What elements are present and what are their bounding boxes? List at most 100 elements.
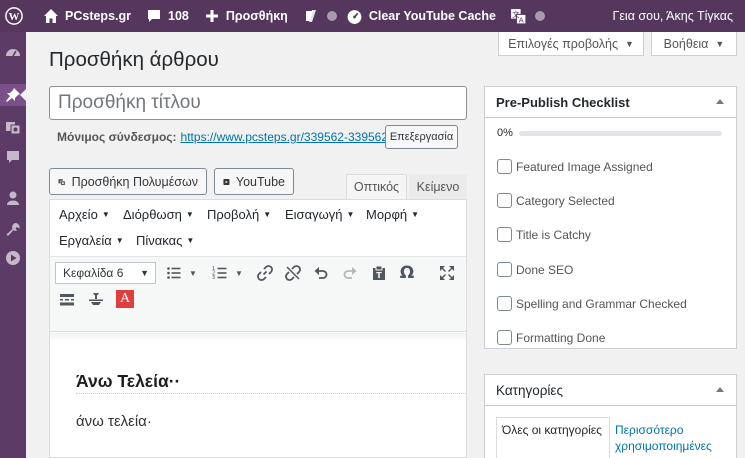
wordpress-logo-button[interactable]: W xyxy=(0,0,35,32)
fullscreen-button[interactable] xyxy=(437,263,457,283)
checklist-item-label: Spelling and Grammar Checked xyxy=(516,296,687,311)
caret-down-icon: ▼ xyxy=(624,38,634,49)
caret-down-icon: ▼ xyxy=(715,38,725,49)
plus-icon xyxy=(203,7,221,25)
menu-edit[interactable]: Διόρθωση ▼ xyxy=(123,207,194,222)
menu-format[interactable]: Μορφή ▼ xyxy=(366,207,419,222)
permalink-url[interactable]: https://www.pcsteps.gr/339562-339562/ xyxy=(181,130,392,144)
translate-menu[interactable]: 文A xyxy=(503,0,552,32)
menu-users[interactable] xyxy=(0,187,26,209)
greeting: Γεια σου, Άκης Τίγκας xyxy=(612,9,733,23)
menu-view[interactable]: Προβολή ▼ xyxy=(207,207,271,222)
menu-table[interactable]: Πίνακας ▼ xyxy=(136,233,194,248)
strikethrough-button[interactable] xyxy=(86,289,106,309)
heading-divider xyxy=(76,393,466,394)
paste-text-button[interactable]: T xyxy=(369,263,389,283)
checkbox[interactable] xyxy=(497,330,512,345)
checklist-header[interactable]: Pre-Publish Checklist xyxy=(485,87,736,118)
insert-more-button[interactable] xyxy=(57,289,77,309)
menu-posts[interactable] xyxy=(0,84,26,106)
caret-down-icon: ▼ xyxy=(346,210,355,219)
tab-text[interactable]: Κείμενο xyxy=(409,174,467,199)
collapse-arrow-icon[interactable] xyxy=(716,387,724,392)
checkbox[interactable] xyxy=(497,159,512,174)
checklist-item[interactable]: Done SEO xyxy=(497,262,573,277)
caret-down-icon[interactable]: ▼ xyxy=(189,269,197,278)
site-name-link[interactable]: PCsteps.gr xyxy=(35,0,138,32)
users-icon xyxy=(7,191,19,205)
caret-down-icon: ▼ xyxy=(411,210,420,219)
insert-link-button[interactable] xyxy=(255,263,275,283)
checkbox[interactable] xyxy=(497,262,512,277)
screen-options-button[interactable]: Επιλογές προβολής ▼ xyxy=(498,32,644,56)
checklist-item[interactable]: Category Selected xyxy=(497,193,615,208)
my-account-link[interactable]: Γεια σου, Άκης Τίγκας xyxy=(605,0,745,32)
caret-down-icon: ▼ xyxy=(140,268,149,278)
page-title: Προσθήκη άρθρου xyxy=(49,48,219,71)
checklist-box: Pre-Publish Checklist 0% Featured Image … xyxy=(484,86,737,349)
format-select[interactable]: Κεφαλίδα 6 ▼ xyxy=(55,262,156,284)
new-label: Προσθήκη xyxy=(225,9,288,23)
content-paragraph[interactable]: άνω τελεία· xyxy=(76,413,152,430)
menu-tools[interactable] xyxy=(0,219,26,241)
checklist-item-label: Done SEO xyxy=(516,262,574,277)
undo-icon xyxy=(314,267,328,279)
bullet-list-icon xyxy=(167,267,181,279)
menu-table-label: Πίνακας xyxy=(136,233,183,248)
tab-visual[interactable]: Οπτικός xyxy=(346,174,407,199)
redo-button[interactable] xyxy=(340,263,360,283)
checkbox[interactable] xyxy=(497,227,512,242)
menu-media[interactable] xyxy=(0,116,26,138)
content-heading[interactable]: Άνω Τελεία·· xyxy=(76,371,180,392)
numbered-list-icon: 123 xyxy=(212,266,227,281)
special-character-button[interactable]: Ω xyxy=(397,263,417,283)
menu-dashboard[interactable] xyxy=(0,42,26,64)
menu-comments[interactable] xyxy=(0,146,26,168)
menu-tools[interactable]: Εργαλεία ▼ xyxy=(59,233,124,248)
edit-permalink-button[interactable]: Επεξεργασία xyxy=(385,125,458,149)
checkbox[interactable] xyxy=(497,296,512,311)
checkbox[interactable] xyxy=(497,193,512,208)
unlink-icon xyxy=(285,265,301,281)
clear-youtube-cache-link[interactable]: Clear YouTube Cache xyxy=(339,0,503,32)
comments-link[interactable]: 108 xyxy=(138,0,196,32)
youtube-icon xyxy=(223,178,230,185)
menu-file[interactable]: Αρχείο ▼ xyxy=(59,207,110,222)
menu-insert[interactable]: Εισαγωγή ▼ xyxy=(285,207,354,222)
youtube-button[interactable]: YouTube xyxy=(214,168,294,195)
bullet-list-button[interactable] xyxy=(164,263,184,283)
checklist-item[interactable]: Featured Image Assigned xyxy=(497,159,653,174)
add-media-button[interactable]: Προσθήκη Πολυμέσων xyxy=(49,168,207,195)
help-button[interactable]: Βοήθεια ▼ xyxy=(651,32,737,56)
dashboard-icon xyxy=(6,49,20,57)
font-color-icon: A xyxy=(119,291,131,306)
checklist-item-label: Category Selected xyxy=(516,193,615,208)
translate-status-dot xyxy=(534,11,545,21)
checklist-item[interactable]: Title is Catchy xyxy=(497,227,591,242)
admin-menu xyxy=(0,32,26,458)
remove-link-button[interactable] xyxy=(283,263,303,283)
wordpress-icon: W xyxy=(5,7,23,25)
site-name: PCsteps.gr xyxy=(65,9,131,23)
font-color-button[interactable]: A xyxy=(116,290,134,308)
checklist-item[interactable]: Spelling and Grammar Checked xyxy=(497,296,687,311)
comment-icon xyxy=(145,7,163,25)
link-icon xyxy=(257,265,273,281)
editor-toolbar: Κεφαλίδα 6 ▼ ▼ 123 ▼ T Ω A xyxy=(50,256,466,332)
undo-button[interactable] xyxy=(311,263,331,283)
categories-header[interactable]: Κατηγορίες xyxy=(485,375,736,406)
caret-down-icon[interactable]: ▼ xyxy=(235,269,243,278)
collapse-arrow-icon[interactable] xyxy=(716,99,724,104)
new-content-link[interactable]: Προσθήκη xyxy=(196,0,295,32)
tab-all-categories[interactable]: Όλες οι κατηγορίες xyxy=(496,417,610,458)
menu-insert-label: Εισαγωγή xyxy=(285,207,343,222)
numbered-list-button[interactable]: 123 xyxy=(210,263,230,283)
checklist-item[interactable]: Formatting Done xyxy=(497,330,605,345)
yoast-seo-menu[interactable] xyxy=(295,0,339,32)
omega-icon: Ω xyxy=(399,263,415,283)
menu-video[interactable] xyxy=(0,247,26,269)
content-area[interactable]: Άνω Τελεία·· άνω τελεία· xyxy=(50,333,466,457)
post-title-input[interactable] xyxy=(49,86,467,120)
tab-most-used[interactable]: Περισσότερο χρησιμοποιημένες xyxy=(615,417,715,454)
fullscreen-icon xyxy=(440,266,454,280)
